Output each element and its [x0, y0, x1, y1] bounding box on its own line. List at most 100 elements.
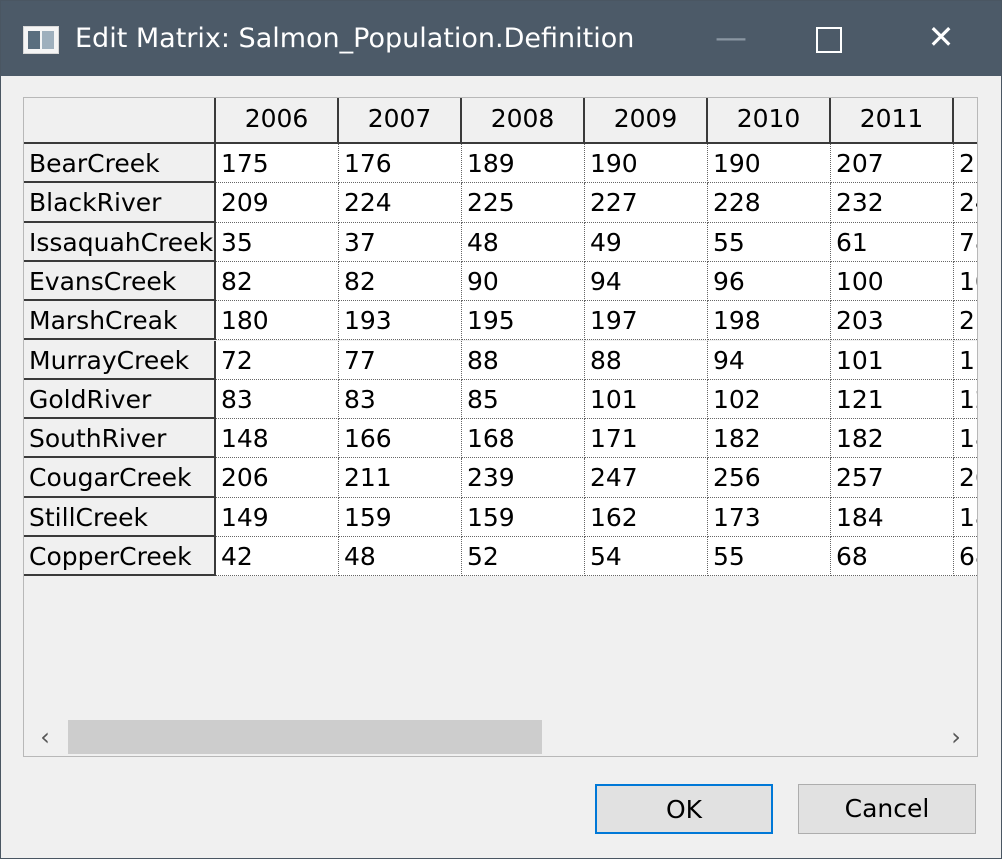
matrix-cell[interactable]: 48: [339, 537, 462, 577]
matrix-cell[interactable]: 198: [708, 301, 831, 341]
matrix-cell[interactable]: 197: [585, 301, 708, 341]
matrix-cell[interactable]: 182: [831, 419, 954, 459]
matrix-cell[interactable]: 37: [339, 222, 462, 262]
matrix-cell[interactable]: 82: [216, 261, 339, 302]
matrix-cell[interactable]: 209: [216, 183, 339, 223]
matrix-cell[interactable]: 21: [954, 301, 977, 341]
row-header[interactable]: SouthRiver: [24, 419, 216, 459]
matrix-cell[interactable]: 232: [831, 183, 954, 223]
column-header[interactable]: 2006: [216, 98, 339, 144]
matrix-cell[interactable]: 190: [708, 144, 831, 184]
matrix-cell[interactable]: 96: [708, 261, 831, 302]
matrix-cell[interactable]: 54: [585, 537, 708, 577]
matrix-cell[interactable]: 159: [462, 497, 585, 537]
scroll-right-icon[interactable]: ›: [941, 718, 971, 756]
column-header[interactable]: 2009: [585, 98, 708, 144]
matrix-cell[interactable]: 159: [339, 497, 462, 537]
horizontal-scrollbar[interactable]: ‹ ›: [24, 718, 977, 756]
matrix-cell[interactable]: 211: [339, 458, 462, 498]
maximize-button[interactable]: [781, 1, 881, 76]
matrix-cell[interactable]: 149: [216, 497, 339, 537]
matrix-cell[interactable]: 48: [462, 222, 585, 262]
matrix-cell[interactable]: 21: [954, 144, 977, 184]
matrix-cell[interactable]: 18: [954, 497, 977, 537]
matrix-cell[interactable]: 83: [339, 379, 462, 420]
matrix-cell[interactable]: 207: [831, 144, 954, 184]
matrix-cell[interactable]: 26: [954, 458, 977, 498]
row-header[interactable]: StillCreek: [24, 497, 216, 537]
matrix-cell[interactable]: 171: [585, 419, 708, 459]
row-header[interactable]: CopperCreek: [24, 537, 216, 577]
matrix-cell[interactable]: 88: [462, 340, 585, 380]
matrix-cell[interactable]: 94: [708, 340, 831, 380]
matrix-cell[interactable]: 55: [708, 222, 831, 262]
matrix-cell[interactable]: 228: [708, 183, 831, 223]
matrix-cell[interactable]: 173: [708, 497, 831, 537]
matrix-cell[interactable]: 239: [462, 458, 585, 498]
matrix-cell[interactable]: 224: [339, 183, 462, 223]
matrix-cell[interactable]: 11: [954, 340, 977, 380]
matrix-cell[interactable]: 35: [216, 222, 339, 262]
matrix-cell[interactable]: 82: [339, 261, 462, 302]
matrix-cell[interactable]: 100: [831, 261, 954, 302]
scroll-thumb[interactable]: [68, 720, 542, 754]
minimize-button[interactable]: —: [681, 1, 781, 76]
row-header[interactable]: MarshCreak: [24, 301, 216, 341]
column-header[interactable]: 2011: [831, 98, 954, 144]
matrix-cell[interactable]: 85: [462, 379, 585, 420]
matrix-cell[interactable]: 182: [708, 419, 831, 459]
matrix-cell[interactable]: 88: [585, 340, 708, 380]
matrix-cell[interactable]: 190: [585, 144, 708, 184]
row-header[interactable]: BearCreek: [24, 144, 216, 184]
scroll-left-icon[interactable]: ‹: [30, 718, 60, 756]
matrix-cell[interactable]: 166: [339, 419, 462, 459]
matrix-grid[interactable]: 2006 2007 2008 2009 2010 2011 BearCreek 175 176 1…: [23, 97, 978, 757]
title-bar[interactable]: Edit Matrix: Salmon_Population.Definitio…: [1, 1, 1001, 76]
matrix-cell[interactable]: 83: [216, 379, 339, 420]
cancel-button[interactable]: Cancel: [798, 784, 976, 834]
matrix-cell[interactable]: 195: [462, 301, 585, 341]
matrix-cell[interactable]: 206: [216, 458, 339, 498]
row-header[interactable]: CougarCreek: [24, 458, 216, 498]
column-header[interactable]: 2010: [708, 98, 831, 144]
row-header[interactable]: MurrayCreek: [24, 340, 216, 380]
matrix-cell[interactable]: 180: [216, 301, 339, 341]
matrix-cell[interactable]: 225: [462, 183, 585, 223]
matrix-cell[interactable]: 121: [831, 379, 954, 420]
row-header[interactable]: EvansCreek: [24, 261, 216, 302]
matrix-cell[interactable]: 162: [585, 497, 708, 537]
column-header[interactable]: [954, 98, 977, 144]
matrix-cell[interactable]: 102: [708, 379, 831, 420]
column-header[interactable]: 2008: [462, 98, 585, 144]
matrix-cell[interactable]: 189: [462, 144, 585, 184]
matrix-cell[interactable]: 257: [831, 458, 954, 498]
matrix-cell[interactable]: 101: [831, 340, 954, 380]
grid-corner[interactable]: [24, 98, 216, 144]
column-header[interactable]: 2007: [339, 98, 462, 144]
matrix-cell[interactable]: 90: [462, 261, 585, 302]
matrix-cell[interactable]: 68: [831, 537, 954, 577]
matrix-cell[interactable]: 148: [216, 419, 339, 459]
matrix-cell[interactable]: 184: [831, 497, 954, 537]
matrix-cell[interactable]: 10: [954, 261, 977, 302]
matrix-cell[interactable]: 247: [585, 458, 708, 498]
matrix-cell[interactable]: 18: [954, 419, 977, 459]
matrix-cell[interactable]: 12: [954, 379, 977, 420]
matrix-cell[interactable]: 256: [708, 458, 831, 498]
matrix-cell[interactable]: 52: [462, 537, 585, 577]
ok-button[interactable]: OK: [595, 784, 773, 834]
matrix-cell[interactable]: 193: [339, 301, 462, 341]
matrix-cell[interactable]: 176: [339, 144, 462, 184]
matrix-cell[interactable]: 72: [216, 340, 339, 380]
matrix-cell[interactable]: 61: [831, 222, 954, 262]
matrix-cell[interactable]: 101: [585, 379, 708, 420]
matrix-cell[interactable]: 203: [831, 301, 954, 341]
matrix-cell[interactable]: 24: [954, 183, 977, 223]
matrix-cell[interactable]: 49: [585, 222, 708, 262]
matrix-cell[interactable]: 78: [954, 222, 977, 262]
matrix-cell[interactable]: 42: [216, 537, 339, 577]
matrix-cell[interactable]: 94: [585, 261, 708, 302]
row-header[interactable]: IssaquahCreek: [24, 222, 216, 262]
matrix-cell[interactable]: 55: [708, 537, 831, 577]
row-header[interactable]: BlackRiver: [24, 183, 216, 223]
